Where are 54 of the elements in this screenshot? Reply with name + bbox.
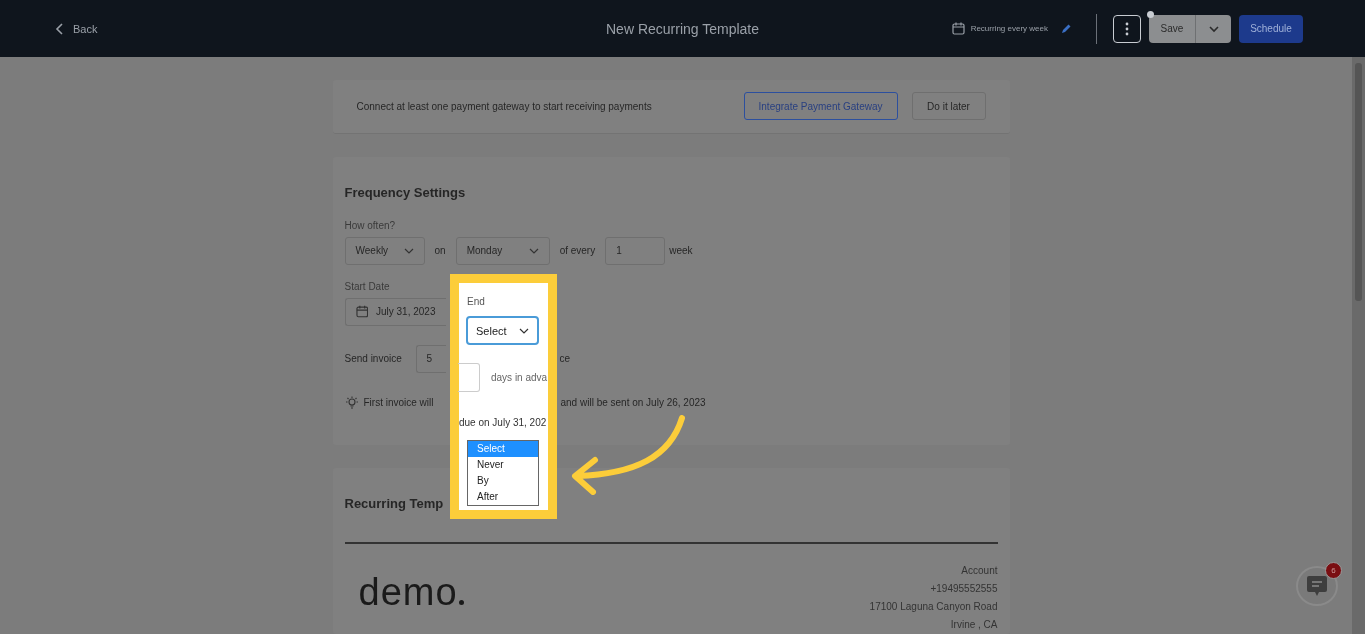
recurrence-text: Recurring every week: [970, 24, 1048, 33]
company-logo: demo: [358, 572, 464, 612]
invoice-note: First invoice will: [363, 397, 435, 409]
scrollbar[interactable]: [1352, 57, 1365, 634]
notification-badge: 6: [1325, 562, 1342, 579]
advance-text: days in adva: [491, 372, 548, 383]
calendar-icon: [951, 22, 965, 35]
address-line: Irvine , CA: [949, 618, 998, 632]
caret-icon: [1207, 24, 1220, 33]
unit-text: week: [669, 245, 693, 257]
dropdown-option[interactable]: By: [468, 473, 538, 489]
field-label: End: [467, 296, 485, 307]
field-label: Send invoice: [344, 353, 403, 365]
pencil-icon[interactable]: [1060, 22, 1072, 35]
address-line: Account: [960, 564, 998, 578]
dropdown-option[interactable]: After: [468, 489, 538, 505]
advance-text: ce: [559, 353, 571, 365]
caret-icon: [403, 247, 414, 254]
schedule-button[interactable]: Schedule: [1239, 14, 1303, 43]
do-it-later-button[interactable]: Do it later: [911, 92, 986, 121]
of-every-text: of every: [559, 245, 596, 257]
invoice-note: and will be sent on July 26, 2023: [560, 397, 706, 409]
period-select[interactable]: Weekly: [344, 236, 425, 265]
chat-icon: [1306, 574, 1328, 598]
calendar-icon: [355, 305, 368, 319]
banner-message: Connect at least one payment gateway to start receiving payments: [356, 100, 652, 112]
interval-input[interactable]: 1: [605, 236, 666, 265]
save-options-button[interactable]: [1195, 14, 1231, 43]
more-options-button[interactable]: [1113, 14, 1141, 43]
days-input[interactable]: [458, 363, 480, 392]
dropdown-option[interactable]: Select: [468, 441, 538, 457]
back-link[interactable]: Back: [55, 21, 98, 36]
section-title: Frequency Settings: [344, 184, 466, 200]
dropdown-option[interactable]: Never: [468, 457, 538, 473]
field-label: Start Date: [344, 280, 391, 292]
caret-icon: [528, 247, 539, 254]
day-select[interactable]: Monday: [455, 236, 550, 265]
caret-icon: [519, 327, 529, 334]
field-label: How often?: [344, 219, 397, 231]
status-dot: [1147, 10, 1154, 18]
days-input[interactable]: 5: [415, 344, 446, 373]
page-title: New Recurring Template: [606, 20, 759, 37]
section-title: Recurring Temp: [344, 496, 444, 511]
kebab-icon: [1125, 21, 1129, 36]
save-button[interactable]: Save: [1149, 14, 1195, 43]
start-date-input[interactable]: July 31, 2023: [344, 297, 446, 326]
address-line: +19495552555: [929, 582, 998, 596]
on-text: on: [434, 245, 446, 257]
address-line: 17100 Laguna Canyon Road: [869, 600, 998, 614]
lightbulb-icon: [344, 395, 359, 410]
chevron-left-icon: [55, 21, 65, 36]
end-select[interactable]: Select: [466, 316, 539, 345]
integrate-gateway-button[interactable]: Integrate Payment Gateway: [743, 92, 898, 121]
invoice-note: due on July 31, 202: [459, 417, 547, 428]
